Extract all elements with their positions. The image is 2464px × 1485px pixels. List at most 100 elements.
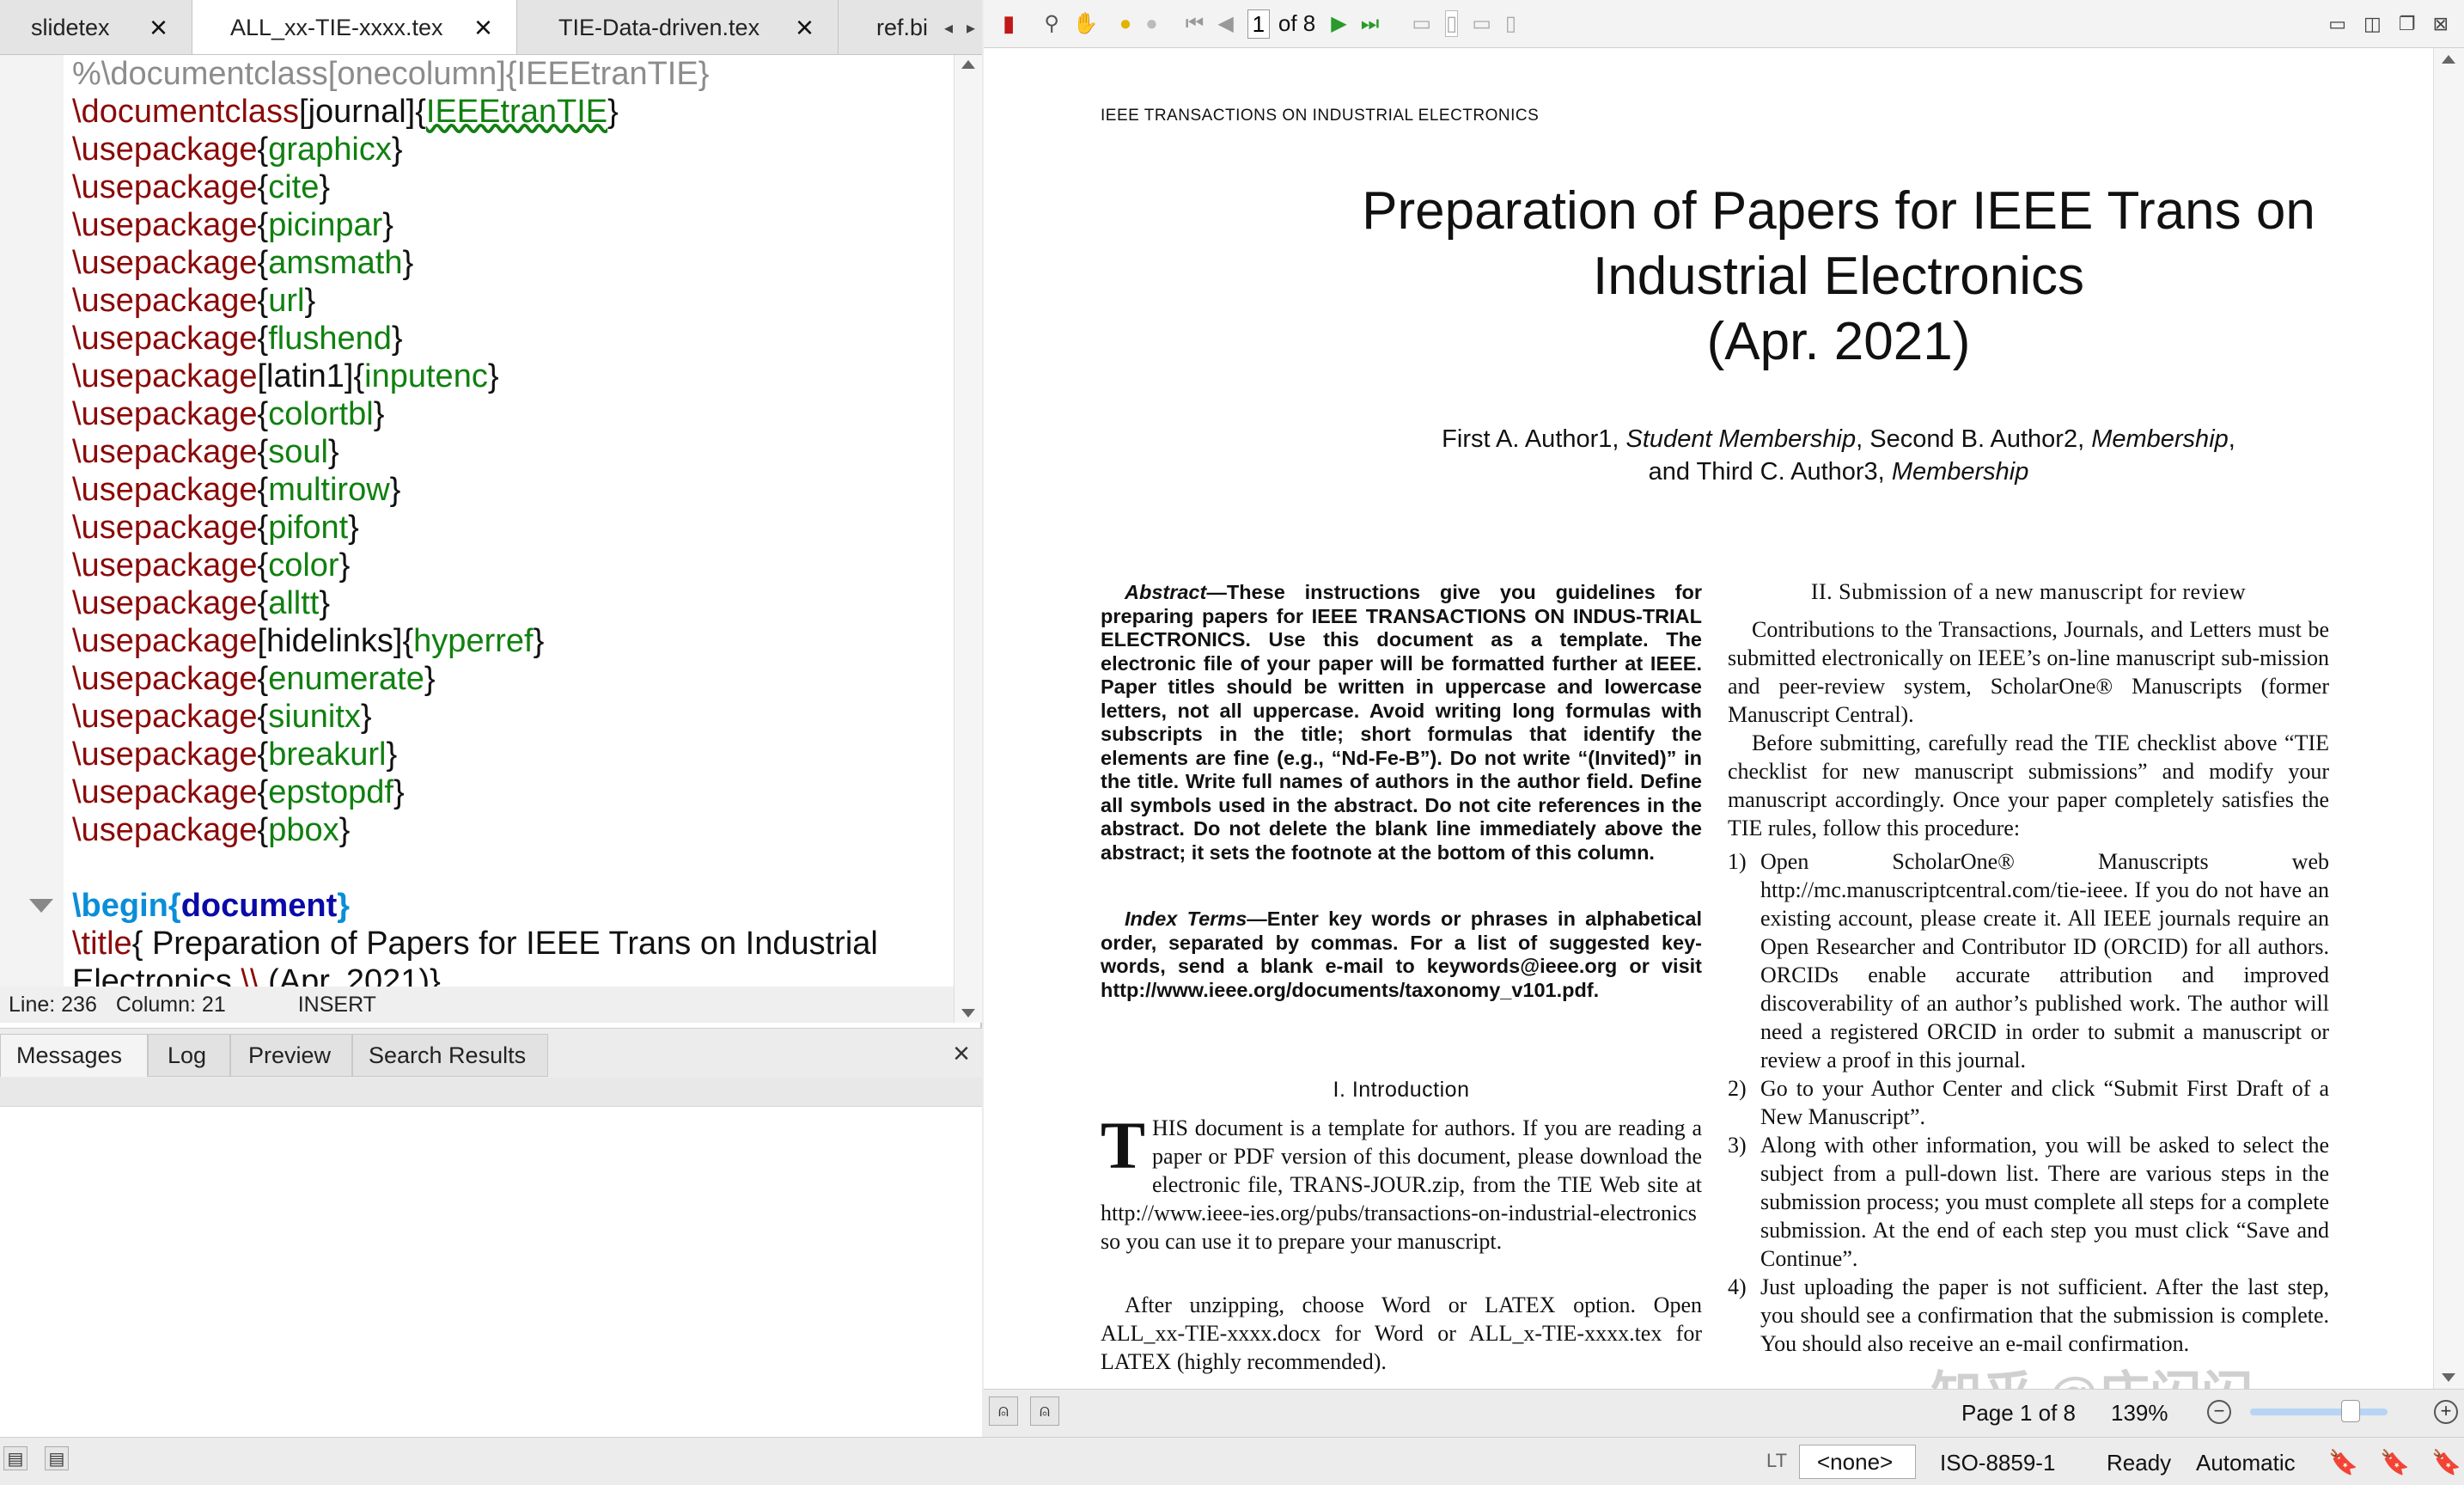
tab-label: ALL_xx-TIE-xxxx.tex [230,15,443,40]
tab-log[interactable]: Log [148,1034,230,1077]
code-line[interactable]: \usepackage[hidelinks]{hyperref} [72,622,954,660]
prev-page-icon[interactable]: ◀ [1217,11,1233,36]
bookmark-icon[interactable]: 🔖 [2380,1448,2410,1476]
code-line[interactable]: \usepackage{multirow} [72,471,954,509]
pdf-scrollbar[interactable] [2433,48,2464,1389]
person-icon[interactable]: ⍝ [1030,1396,1059,1426]
list-text: Just uploading the paper is not sufficie… [1760,1274,2329,1356]
fold-marker-icon[interactable] [29,899,53,913]
code-line[interactable]: \usepackage{url} [72,282,954,320]
code-line[interactable]: \usepackage{soul} [72,433,954,471]
zoom-level[interactable]: 139% [2111,1400,2168,1427]
code-line[interactable]: \usepackage[latin1]{inputenc} [72,358,954,395]
pdf-page[interactable]: IEEE TRANSACTIONS ON INDUSTRIAL ELECTRON… [984,48,2433,1389]
single-page-icon[interactable]: ▭ [1472,11,1491,36]
code-line[interactable]: \usepackage{pbox} [72,811,954,849]
code-line[interactable]: \begin{document} [72,887,954,925]
code-line[interactable]: \usepackage{alltt} [72,584,954,622]
code-line[interactable]: \documentclass[journal]{IEEEtranTIE} [72,93,954,131]
encoding[interactable]: ISO-8859-1 [1940,1450,2055,1476]
person-icon[interactable]: ⍝ [989,1396,1018,1426]
zoom-slider-handle[interactable] [2341,1400,2360,1422]
code-line[interactable]: \usepackage{amsmath} [72,244,954,282]
continuous-icon[interactable]: ▯ [1505,11,1516,36]
close-icon[interactable]: ⊠ [2433,13,2449,35]
code-line[interactable]: \usepackage{colortbl} [72,395,954,433]
maximize-icon[interactable]: ❐ [2399,13,2416,35]
code-line[interactable]: \usepackage{color} [72,547,954,584]
tab-search-results[interactable]: Search Results [352,1034,548,1077]
code-line[interactable]: \usepackage{graphicx} [72,131,954,168]
bookmark-icon[interactable]: 🔖 [2431,1448,2461,1476]
back-icon[interactable]: ● [1119,12,1132,36]
chevron-left-icon[interactable]: ◂ [944,17,953,39]
zoom-slider[interactable] [2250,1409,2388,1415]
tab-preview[interactable]: Preview [230,1034,352,1077]
code-token: inputenc [364,358,488,394]
minimize-icon[interactable]: ▭ [2328,13,2346,35]
close-icon[interactable]: × [953,1037,970,1071]
code-token: } [386,736,398,773]
code-line[interactable]: \usepackage{epstopdf} [72,773,954,811]
close-icon[interactable]: × [474,12,492,43]
code-token: } [391,131,403,168]
code-line[interactable]: \usepackage{cite} [72,168,954,206]
watermark: 知乎 @庄闪闪 [1930,1354,2253,1389]
chevron-right-icon[interactable]: ▸ [967,17,975,39]
code-token: } [607,94,619,130]
zoom-in-icon[interactable]: + [2434,1400,2458,1424]
code-line[interactable]: \usepackage{flushend} [72,320,954,358]
fit-width-icon[interactable]: ▭ [1412,11,1431,36]
code-line[interactable] [72,849,954,887]
fit-page-icon[interactable]: ▯ [1445,10,1459,37]
tab-tie-data-driven[interactable]: TIE-Data-driven.tex × [517,0,839,54]
zoom-out-icon[interactable]: − [2207,1400,2231,1424]
forward-icon[interactable]: ● [1145,12,1158,36]
spellcheck-value: <none> [1817,1448,1894,1475]
sec2-paragraph: Contributions to the Transactions, Journ… [1728,617,2329,727]
language-tool-icon[interactable]: LT [1766,1450,1787,1472]
code-line[interactable]: \usepackage{siunitx} [72,698,954,736]
code-token: { [257,585,269,621]
editor-scrollbar[interactable] [954,55,982,1023]
code-line[interactable]: \usepackage{enumerate} [72,660,954,698]
code-token: epstopdf [268,774,393,810]
page-number-input[interactable]: 1 [1247,9,1270,39]
title-line: Preparation of Papers for IEEE Trans on [1362,181,2315,241]
tab-scroll-buttons[interactable]: ◂ ▸ [937,0,982,54]
code-token: \usepackage [72,699,258,735]
restore-icon[interactable]: ◫ [2363,13,2382,35]
code-line[interactable]: \title{ Preparation of Papers for IEEE T… [72,925,954,962]
messages-body[interactable] [0,1107,982,1437]
messages-toggle-icon[interactable]: ▤ [45,1446,69,1470]
tab-slidetex[interactable]: slidetex × [0,0,192,54]
bookmark-icon[interactable]: 🔖 [2328,1448,2358,1476]
list-text: Open ScholarOne® Manuscripts web http://… [1760,849,2329,1072]
last-page-icon[interactable]: ⏭ [1361,12,1380,36]
tab-all-xx-tie[interactable]: ALL_xx-TIE-xxxx.tex × [192,0,517,54]
close-icon[interactable]: × [796,12,814,43]
compile-mode[interactable]: Automatic [2196,1450,2296,1476]
code-line[interactable]: %\documentclass[onecolumn]{IEEEtranTIE} [72,55,954,93]
close-icon[interactable]: × [149,12,168,43]
bookmark-icon[interactable]: ▮ [1003,10,1015,37]
code-line[interactable]: \usepackage{pifont} [72,509,954,547]
code-line[interactable]: \usepackage{breakurl} [72,736,954,773]
page-info: Page 1 of 8 [1961,1400,2076,1426]
code-line[interactable]: Electronics \\ (Apr. 2021)} [72,962,954,987]
tab-messages[interactable]: Messages [0,1034,148,1077]
author-membership: Student Membership [1625,425,1857,453]
code-line[interactable]: \usepackage{picinpar} [72,206,954,244]
list-item: 3) Along with other information, you will… [1728,1131,2329,1273]
structure-toggle-icon[interactable]: ▤ [3,1446,27,1470]
code-token: \usepackage [72,358,258,394]
first-page-icon[interactable]: ⏮ [1186,12,1205,36]
next-page-icon[interactable]: ▶ [1331,11,1346,36]
code-token: \title [72,926,132,962]
line-gutter[interactable] [0,55,64,987]
spellcheck-select[interactable]: <none> [1799,1445,1916,1479]
hand-icon[interactable]: ✋ [1073,11,1099,36]
code-token: graphicx [268,131,392,168]
code-editor[interactable]: %\documentclass[onecolumn]{IEEEtranTIE} \… [72,55,954,987]
search-icon[interactable]: ⚲ [1044,11,1059,36]
